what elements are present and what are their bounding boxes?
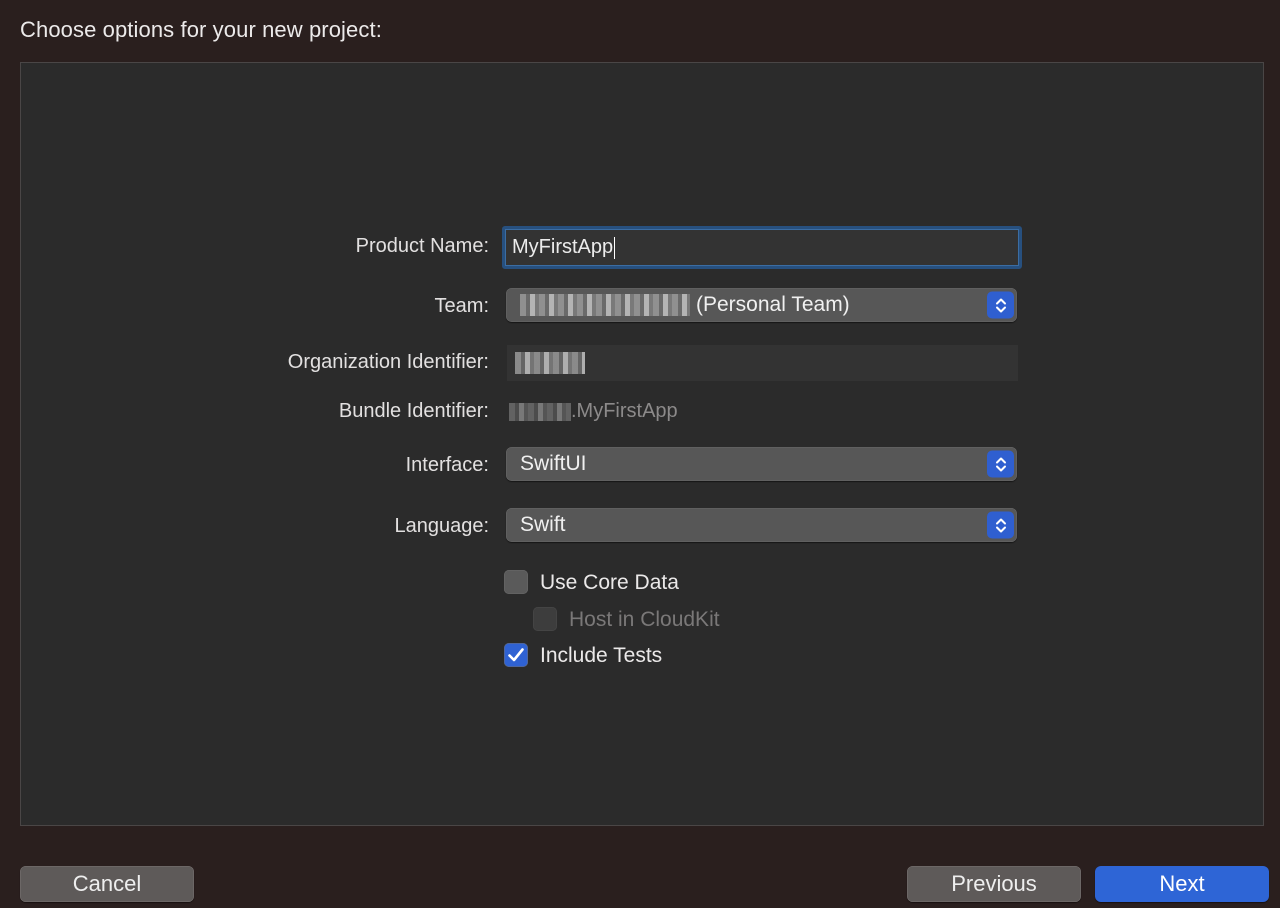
- redacted-bundle-prefix: [509, 402, 571, 421]
- product-name-label: Product Name:: [355, 235, 489, 257]
- product-name-value: MyFirstApp: [512, 236, 614, 258]
- include-tests-label[interactable]: Include Tests: [540, 644, 662, 668]
- text-caret: [614, 236, 616, 259]
- interface-label: Interface:: [405, 454, 489, 476]
- updown-chevron-icon: [987, 450, 1014, 478]
- organization-identifier-field[interactable]: [507, 345, 1018, 381]
- redacted-team-name: [520, 294, 690, 316]
- previous-button[interactable]: Previous: [907, 866, 1081, 902]
- checkmark-icon: [508, 648, 524, 662]
- language-value: Swift: [520, 513, 566, 536]
- team-label: Team:: [434, 295, 489, 317]
- language-popup[interactable]: Swift: [506, 508, 1017, 542]
- product-name-field[interactable]: MyFirstApp: [502, 226, 1022, 269]
- language-label: Language:: [394, 515, 489, 537]
- bundle-identifier-value: .MyFirstApp: [509, 400, 678, 423]
- dialog-title: Choose options for your new project:: [20, 17, 382, 42]
- host-in-cloudkit-label[interactable]: Host in CloudKit: [569, 608, 720, 632]
- team-popup[interactable]: (Personal Team): [506, 288, 1017, 322]
- bundle-identifier-suffix: .MyFirstApp: [571, 400, 678, 422]
- interface-value: SwiftUI: [520, 452, 587, 475]
- interface-popup[interactable]: SwiftUI: [506, 447, 1017, 481]
- updown-chevron-icon: [987, 291, 1014, 319]
- options-panel: [20, 62, 1264, 826]
- next-button[interactable]: Next: [1095, 866, 1269, 902]
- host-in-cloudkit-checkbox[interactable]: [533, 607, 557, 631]
- redacted-organization-identifier: [515, 352, 585, 374]
- use-core-data-label[interactable]: Use Core Data: [540, 571, 679, 595]
- new-project-options-sheet: Choose options for your new project: Pro…: [0, 0, 1280, 908]
- updown-chevron-icon: [987, 511, 1014, 539]
- cancel-button[interactable]: Cancel: [20, 866, 194, 902]
- bundle-identifier-label: Bundle Identifier:: [338, 400, 489, 422]
- organization-identifier-label: Organization Identifier:: [287, 351, 489, 373]
- include-tests-checkbox[interactable]: [504, 643, 528, 667]
- team-value-suffix: (Personal Team): [696, 293, 850, 316]
- use-core-data-checkbox[interactable]: [504, 570, 528, 594]
